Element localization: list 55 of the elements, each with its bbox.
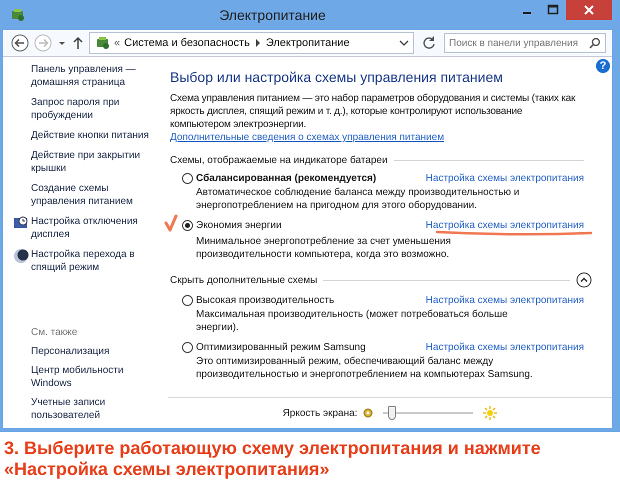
battery-plug-icon [9,7,25,23]
group-heading: Схемы, отображаемые на индикаторе батареи [170,155,388,166]
plan-name[interactable]: Экономия энергии [196,220,282,231]
sidebar-link[interactable]: Настройка отключения дисплея [31,215,161,241]
plan-settings-link[interactable]: Настройка схемы электропитания [426,220,584,231]
radio-button[interactable] [182,220,193,231]
radio-button[interactable] [182,295,193,306]
sidebar-link[interactable]: Запрос пароля при пробуждении [31,96,161,122]
checkmark-annotation-icon [164,214,178,232]
battery-plug-icon [94,35,110,51]
plan-description: Это оптимизированный режим, обеспечивающий баланс между производительностью и энергопотреблением на компьютерах Samsung. [195,355,534,381]
plan-name[interactable]: Сбалансированная (рекомендуется) [196,173,376,184]
close-button[interactable] [566,0,612,20]
search-field[interactable]: Поиск в панели управления [444,33,606,53]
plan-settings-link[interactable]: Настройка схемы электропитания [426,295,584,306]
search-icon [589,37,601,49]
sidebar-link[interactable]: Панель управления — домашняя страница [31,63,161,89]
sidebar-link[interactable]: Действие кнопки питания [31,129,161,142]
plan-name[interactable]: Оптимизированный режим Samsung [196,342,366,353]
dropdown-caret-icon [399,38,409,48]
radio-button[interactable] [182,342,193,353]
plan-description: Минимальное энергопотребление за счет уменьшения производительности компьютера, когда это возможно. [195,235,452,261]
window-title: Электропитание [218,7,327,23]
brightness-label: Яркость экрана: [282,408,358,418]
address-bar[interactable]: « Система и безопасность Электропитание [89,32,414,54]
breadcrumb-item[interactable]: Электропитание [266,37,350,49]
plan-settings-link[interactable]: Настройка схемы электропитания [426,173,584,184]
sidebar-link[interactable]: Действие при закрытии крышки [31,149,161,175]
back-button[interactable] [11,34,29,52]
radio-button[interactable] [182,173,193,184]
description-text: Схема управления питанием — это набор параметров оборудования и системы (таких как яркость дисплея, спящий режим и т. д.), которые контролируют использование компьютером электроэнергии. [170,92,576,131]
chevron-right-icon [254,38,262,48]
sidebar-link[interactable]: Создание схемы управления питанием [31,182,161,208]
plan-name[interactable]: Высокая производительность [196,295,334,306]
instruction-caption: 3. Выберите работающую схему электропитания и нажмите «Настройка схемы электропитания» [3,437,542,480]
group-heading: Скрыть дополнительные схемы [170,274,318,286]
breadcrumb-item[interactable]: Система и безопасность [124,37,250,49]
plan-description: Максимальная производительность (может потребоваться больше энергии). [195,308,509,334]
help-link[interactable]: Дополнительные сведения о схемах управления питанием [170,131,444,144]
sidebar-link[interactable]: Настройка перехода в спящий режим [31,248,161,274]
up-arrow-button[interactable] [72,34,84,52]
breadcrumb-separator: « [114,37,120,49]
bright-sun-icon [483,406,498,420]
moon-icon [13,248,29,264]
page-heading: Выбор или настройка схемы управления питанием [170,69,504,85]
sidebar-link[interactable]: Центр мобильности Windows [31,364,161,390]
see-also-heading: См. также [31,326,78,339]
dim-sun-icon [363,408,374,418]
sidebar-link[interactable]: Персонализация [31,345,161,358]
plan-description: Автоматическое соблюдение баланса между производительностью и энергопотреблением на пригодном для этого оборудовании. [195,186,520,212]
collapse-button[interactable] [576,272,592,288]
sidebar-link[interactable]: Учетные записи пользователей [31,396,161,422]
plan-settings-link[interactable]: Настройка схемы электропитания [426,342,584,353]
monitor-clock-icon [13,215,29,231]
help-button[interactable]: ? [596,59,610,73]
